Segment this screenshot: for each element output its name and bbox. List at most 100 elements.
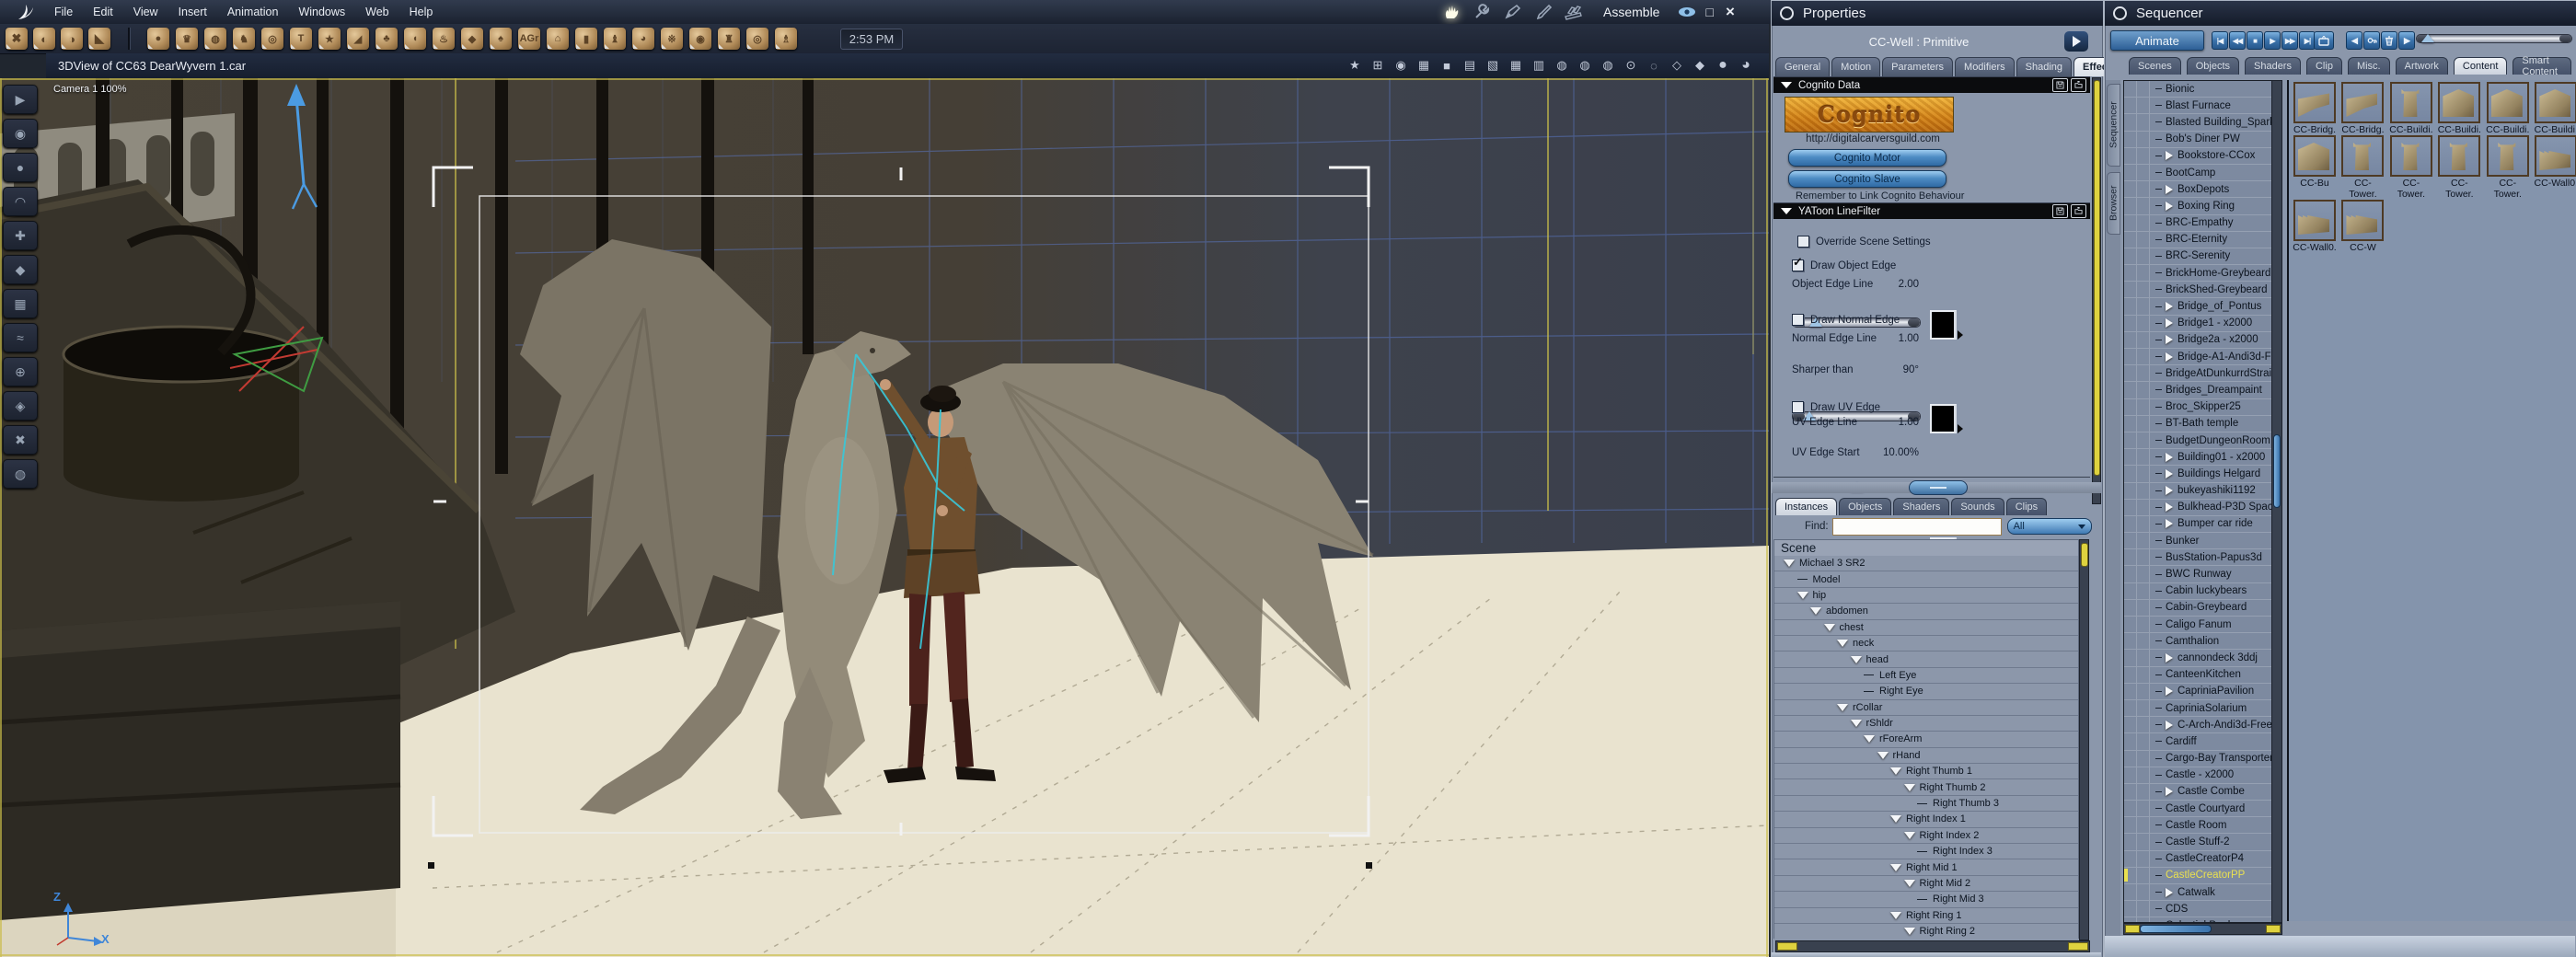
toolbar-icon[interactable]: ◣	[88, 28, 110, 50]
transport-button[interactable]: ◀◀	[2229, 31, 2246, 50]
library-item[interactable]: Caligo Fanum	[2124, 617, 2271, 634]
thumbnail-image[interactable]	[2341, 200, 2385, 241]
toolbar-icon[interactable]: ♣	[375, 28, 398, 50]
tree-node-row[interactable]: hip	[1774, 587, 2078, 605]
library-item[interactable]: Cabin luckybears	[2124, 582, 2271, 600]
view-mode-icon[interactable]: ◇	[1667, 57, 1687, 74]
toolbar-icon[interactable]: ♨	[433, 28, 455, 50]
override-settings-checkbox[interactable]	[1797, 236, 1809, 248]
pivot-marker-left[interactable]	[428, 862, 434, 869]
assemble-workspace-label[interactable]: Assemble	[1603, 5, 1659, 19]
library-item[interactable]: Castle Combe	[2124, 783, 2271, 801]
tree-tab[interactable]: Clips	[2005, 498, 2048, 515]
content-thumbnail[interactable]: CC-Tower.	[2486, 135, 2530, 200]
sequencer-tab[interactable]: Objects	[2186, 57, 2239, 75]
toolbar-icon[interactable]: ◍	[204, 28, 226, 50]
content-thumbnail[interactable]: CC-Bu	[2293, 135, 2337, 189]
sequencer-tab[interactable]: Smart Content	[2512, 55, 2571, 77]
normal-edge-color-swatch[interactable]	[1930, 404, 1963, 433]
override-settings-row[interactable]: Override Scene Settings	[1797, 236, 1931, 248]
draw-object-edge-checkbox[interactable]	[1792, 255, 1804, 271]
thumbnail-image[interactable]	[2341, 82, 2385, 123]
toolbar-icon[interactable]: ⌂	[547, 28, 569, 50]
library-item[interactable]: BridgeAtDunkurrdStrai	[2124, 365, 2271, 383]
transport-button[interactable]: ▶	[2264, 31, 2281, 50]
collapse-icon[interactable]	[1850, 720, 1862, 728]
collapse-icon[interactable]	[1837, 640, 1848, 648]
menu-item[interactable]: File	[44, 6, 83, 18]
view-mode-icon[interactable]: ◍	[1598, 57, 1618, 74]
library-item[interactable]: cannondeck 3ddj	[2124, 650, 2271, 667]
scrollbar-left-cap[interactable]	[1777, 942, 1797, 951]
tree-node-row[interactable]: rHand	[1774, 747, 2078, 765]
load-preset-icon[interactable]	[2071, 204, 2086, 218]
toolbar-icon[interactable]: ♜	[718, 28, 740, 50]
sequencer-tab[interactable]: Content	[2453, 57, 2508, 75]
collapse-icon[interactable]	[1823, 623, 1835, 631]
panel-menu-icon[interactable]	[1780, 6, 1794, 20]
toolbar-icon[interactable]: ◑	[61, 28, 83, 50]
view-mode-icon[interactable]: ■	[1437, 57, 1457, 74]
library-item[interactable]: CDS	[2124, 901, 2271, 918]
tree-node-row[interactable]: Right Thumb 3	[1774, 795, 2078, 813]
tree-node-row[interactable]: Right Thumb 2	[1774, 779, 2078, 796]
library-item[interactable]: Bumper car ride	[2124, 515, 2271, 534]
toolbar-icon[interactable]: ●	[147, 28, 169, 50]
object-edge-line-value[interactable]: 2.00	[1899, 279, 1919, 290]
library-item[interactable]: CastleCreatorP4	[2124, 850, 2271, 868]
expand-arrow-icon[interactable]	[2166, 787, 2173, 797]
delete-keyframe-button[interactable]	[2381, 31, 2397, 50]
properties-header[interactable]: Properties	[1772, 1, 2103, 26]
expand-arrow-icon[interactable]	[2166, 486, 2173, 496]
properties-tab[interactable]: General	[1775, 57, 1831, 76]
toolbar-icon[interactable]: ◕	[632, 28, 654, 50]
collapse-icon[interactable]	[1837, 703, 1848, 711]
toolbar-icon[interactable]: ◆	[461, 28, 483, 50]
library-item[interactable]: BRC-Eternity	[2124, 231, 2271, 248]
tree-node-row[interactable]: chest	[1774, 619, 2078, 636]
expand-arrow-icon[interactable]	[2166, 151, 2173, 161]
draw-uv-edge-row[interactable]: Draw UV Edge	[1792, 401, 1880, 413]
collapse-icon[interactable]	[1784, 559, 1795, 568]
library-item[interactable]: Blast Furnace	[2124, 98, 2271, 115]
menu-item[interactable]: Web	[355, 6, 399, 18]
view-mode-icon[interactable]: ◍	[1552, 57, 1572, 74]
library-item[interactable]: BoxDepots	[2124, 181, 2271, 199]
content-thumbnail[interactable]: CC-W	[2340, 200, 2385, 253]
tool-icon[interactable]: ✚	[3, 221, 38, 250]
tree-node-row[interactable]: rShldr	[1774, 715, 2078, 732]
toolbar-icon[interactable]: ◢	[347, 28, 369, 50]
library-item[interactable]: Castle Courtyard	[2124, 801, 2271, 818]
expand-arrow-icon[interactable]	[2166, 502, 2173, 513]
tool-icon[interactable]: ◆	[3, 255, 38, 284]
tool-icon[interactable]: ◈	[3, 391, 38, 421]
toolbar-icon[interactable]: ♝	[604, 28, 626, 50]
tree-tab[interactable]: Objects	[1839, 498, 1892, 515]
content-thumbnail[interactable]: CC-Tower.	[2437, 135, 2481, 200]
toolbar-icon[interactable]: T	[290, 28, 312, 50]
cognito-motor-button[interactable]: Cognito Motor	[1788, 149, 1946, 167]
toolbar-icon[interactable]: ◉	[689, 28, 711, 50]
library-item[interactable]: BT-Bath temple	[2124, 415, 2271, 432]
tree-h-scrollbar[interactable]	[1775, 940, 2090, 952]
tree-node-row[interactable]: rForeArm	[1774, 732, 2078, 748]
collapse-icon[interactable]	[1903, 880, 1915, 887]
scrollbar-right-cap[interactable]	[2266, 925, 2281, 933]
expand-arrow-icon[interactable]	[2166, 201, 2173, 211]
content-thumbnail[interactable]: CC-Tower.	[2340, 135, 2385, 200]
tree-node-row[interactable]: Right Index 3	[1774, 844, 2078, 860]
library-item[interactable]: Bulkhead-P3D Space	[2124, 499, 2271, 516]
thumbnail-image[interactable]	[2486, 135, 2529, 177]
load-preset-icon[interactable]	[2071, 78, 2086, 92]
collapse-icon[interactable]	[1850, 655, 1862, 663]
tree-node-row[interactable]: Model	[1774, 571, 2078, 588]
cognito-section-header[interactable]: Cognito Data	[1773, 76, 2090, 93]
draw-normal-edge-checkbox[interactable]	[1792, 314, 1804, 326]
content-thumbnail[interactable]: CC-Wall0.	[2293, 200, 2337, 253]
tree-node-row[interactable]: rCollar	[1774, 699, 2078, 716]
view-mode-icon[interactable]: ⊞	[1368, 57, 1388, 74]
filter-dropdown[interactable]: All	[2006, 518, 2092, 535]
tool-icon[interactable]: ≈	[3, 323, 38, 352]
draw-uv-edge-checkbox[interactable]	[1792, 401, 1804, 413]
object-edge-color-swatch[interactable]	[1930, 310, 1963, 340]
